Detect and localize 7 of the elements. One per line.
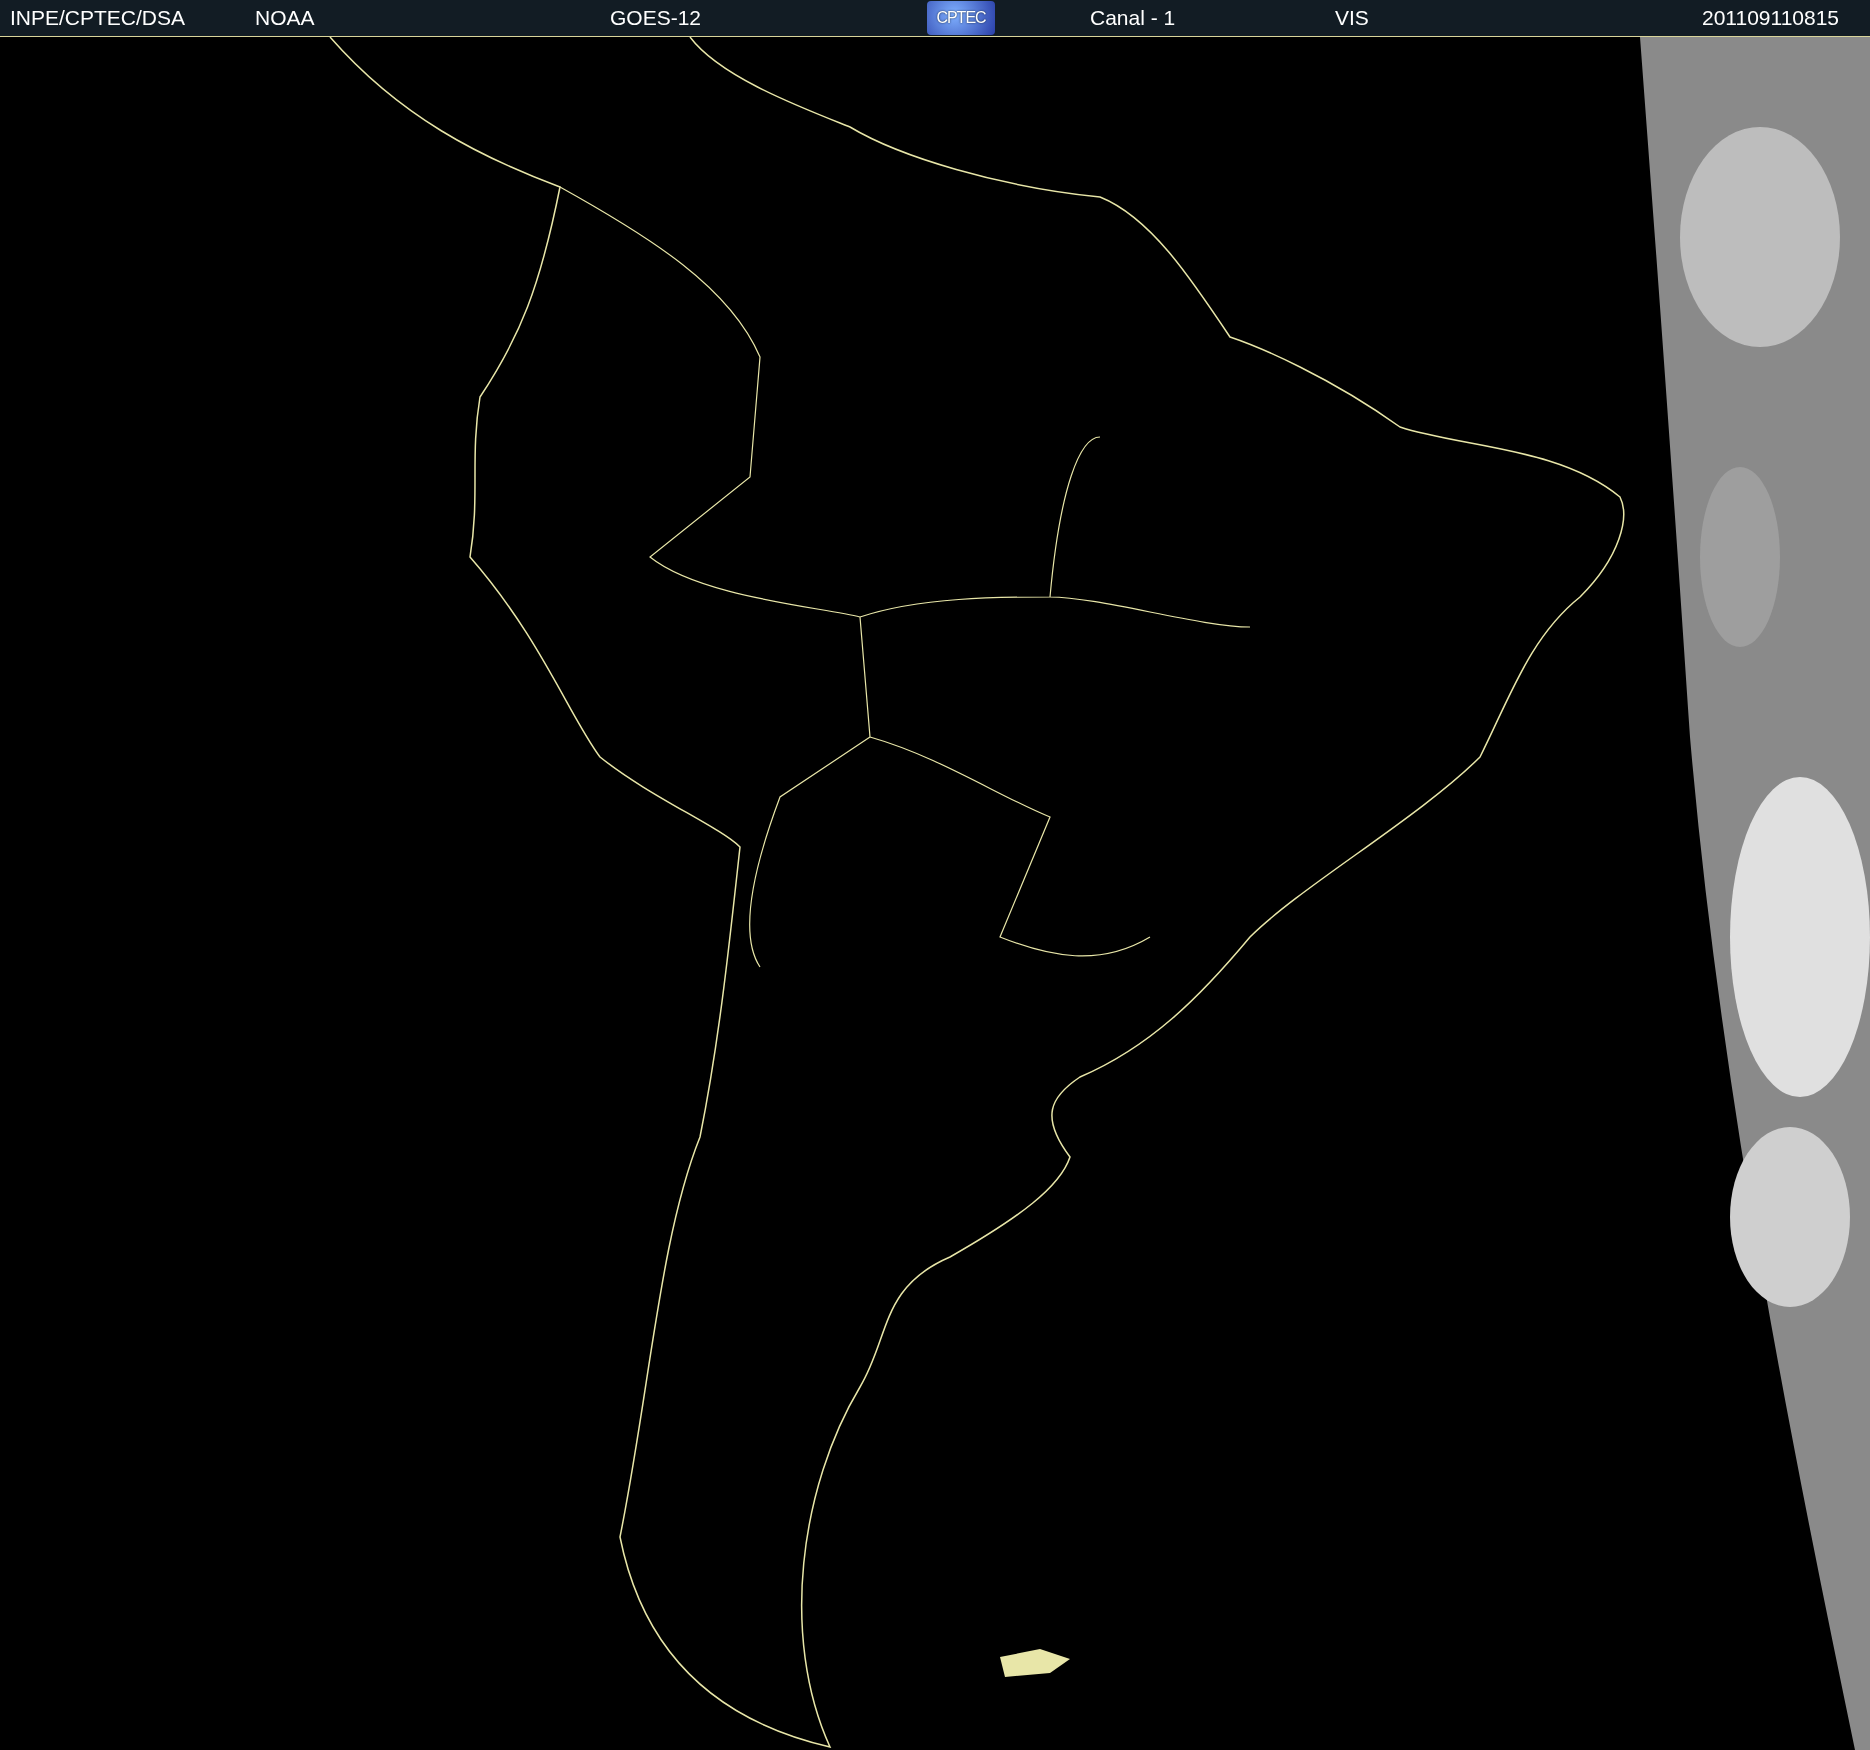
source-label: INPE/CPTEC/DSA (10, 6, 186, 30)
satellite-label: GOES-12 (610, 6, 702, 30)
band-label: VIS (1335, 6, 1369, 30)
channel-label: Canal - 1 (1090, 6, 1176, 30)
logo: CPTEC (927, 1, 995, 35)
timestamp-label: 201109110815 (1702, 6, 1840, 30)
agency-label: NOAA (255, 6, 315, 30)
